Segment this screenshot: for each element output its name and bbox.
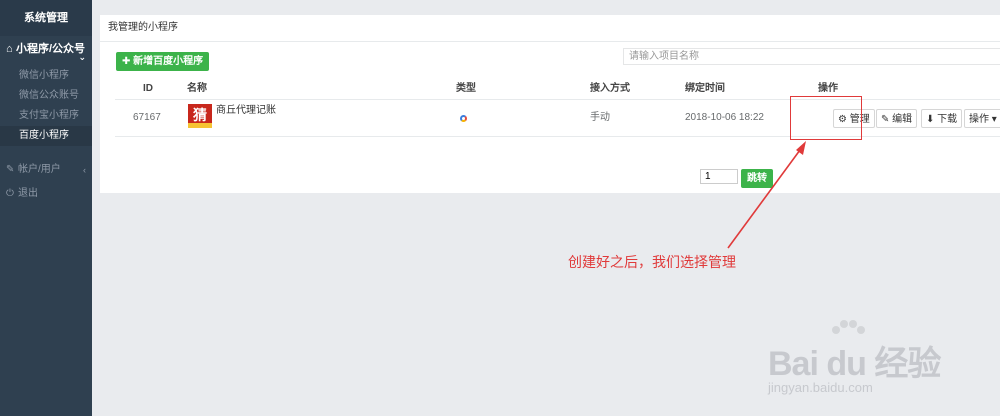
baidu-jingyan-watermark: Bai du 经验 jingyan.baidu.com — [768, 318, 968, 398]
watermark-url: jingyan.baidu.com — [768, 380, 873, 395]
watermark-text: Bai du 经验 — [768, 345, 941, 383]
annotation-text: 创建好之后，我们选择管理 — [568, 254, 736, 270]
